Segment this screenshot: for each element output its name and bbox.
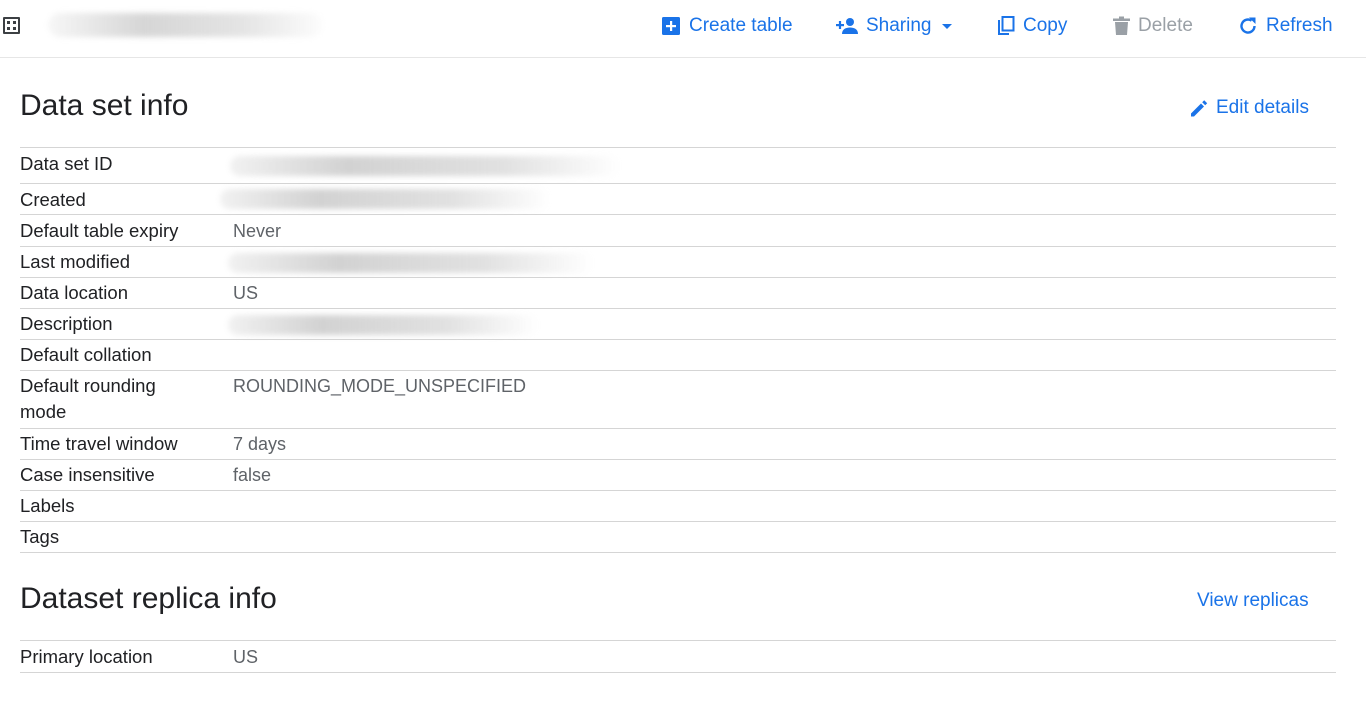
create-table-label: Create table [689, 15, 793, 36]
refresh-button[interactable]: Refresh [1238, 12, 1333, 40]
refresh-label: Refresh [1266, 15, 1333, 36]
info-row-tags: Tags [20, 522, 1336, 553]
dataset-info-table: Data set ID Created Default table expiry… [20, 147, 1336, 553]
info-label: Primary location [20, 646, 153, 667]
info-value: false [233, 465, 272, 485]
sharing-button[interactable]: Sharing [836, 12, 952, 40]
info-label: Default table expiry [20, 220, 179, 241]
info-label: Default collation [20, 344, 152, 365]
info-label: Time travel window [20, 433, 178, 454]
delete-button[interactable]: Delete [1113, 12, 1193, 40]
info-row-case-insensitive: Case insensitive false [20, 460, 1336, 491]
info-row-last-modified: Last modified [20, 247, 1336, 278]
info-row-created: Created [20, 184, 1336, 215]
info-label: Tags [20, 526, 60, 547]
info-value: Never [233, 221, 282, 241]
refresh-icon [1240, 17, 1256, 34]
toolbar: Create table Sharing Copy Delete Refresh [0, 0, 1366, 58]
info-value: 7 days [233, 434, 287, 454]
info-row-dataset-id: Data set ID [20, 148, 1336, 184]
redacted-value [230, 156, 620, 176]
info-row-description: Description [20, 309, 1336, 340]
info-label: Labels [20, 495, 75, 516]
sharing-label: Sharing [866, 15, 932, 36]
trash-icon [1113, 16, 1130, 35]
info-value: US [233, 647, 259, 667]
info-label: Last modified [20, 251, 131, 272]
info-row-data-location: Data location US [20, 278, 1336, 309]
dataset-icon [3, 17, 20, 34]
info-label: Data location [20, 282, 128, 303]
info-value: ROUNDING_MODE_UNSPECIFIED [233, 376, 527, 396]
info-row-default-collation: Default collation [20, 340, 1336, 371]
info-value: US [233, 283, 259, 303]
info-row-labels: Labels [20, 491, 1336, 522]
info-label: Case insensitive [20, 464, 155, 485]
info-label: Default rounding mode [20, 375, 156, 422]
create-table-button[interactable]: Create table [661, 12, 793, 40]
copy-button[interactable]: Copy [997, 12, 1067, 40]
info-row-primary-location: Primary location US [20, 641, 1336, 673]
edit-details-label: Edit details [1216, 97, 1309, 118]
view-replicas-link[interactable]: View replicas [1197, 590, 1309, 612]
copy-icon [998, 16, 1015, 35]
dataset-name-redacted [48, 13, 323, 37]
redacted-value [228, 315, 538, 335]
pencil-icon [1191, 100, 1208, 117]
edit-details-button[interactable]: Edit details [1189, 97, 1309, 119]
redacted-value [228, 253, 593, 273]
add-box-icon [662, 17, 680, 35]
person-add-icon [836, 18, 858, 34]
info-row-default-rounding-mode: Default rounding mode ROUNDING_MODE_UNSP… [20, 371, 1336, 429]
copy-label: Copy [1023, 15, 1068, 36]
redacted-value [220, 189, 550, 209]
info-label: Created [20, 189, 86, 210]
info-label: Description [20, 313, 113, 334]
chevron-down-icon [941, 23, 952, 29]
replica-info-table: Primary location US [20, 640, 1336, 673]
dataset-info-title: Data set info [20, 89, 189, 122]
replica-info-title: Dataset replica info [20, 582, 277, 615]
view-replicas-label: View replicas [1197, 590, 1309, 611]
info-row-default-table-expiry: Default table expiry Never [20, 215, 1336, 247]
delete-label: Delete [1138, 15, 1193, 36]
info-row-time-travel-window: Time travel window 7 days [20, 429, 1336, 460]
info-label: Data set ID [20, 153, 113, 174]
